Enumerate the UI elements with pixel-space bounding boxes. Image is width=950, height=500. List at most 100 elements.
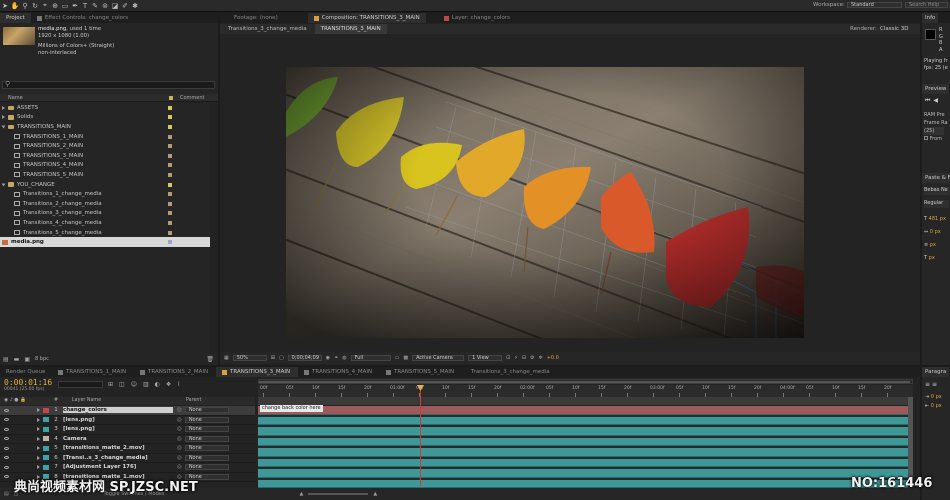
layer-expand-icon[interactable] xyxy=(37,417,40,422)
zoom-slider[interactable] xyxy=(308,493,369,495)
pen-tool-icon[interactable]: ✒ xyxy=(70,1,80,11)
channel-icon[interactable]: ◍ xyxy=(342,355,346,361)
visibility-eye-icon[interactable] xyxy=(4,408,9,412)
zoom-select[interactable]: 50% xyxy=(232,355,267,361)
tab-effect-controls[interactable]: Effect Controls: change_colors xyxy=(31,13,134,23)
label-color-swatch[interactable] xyxy=(168,211,172,216)
label-color-swatch[interactable] xyxy=(168,220,172,225)
tab-info[interactable]: Info xyxy=(922,13,939,23)
pickwhip-icon[interactable]: ◎ xyxy=(177,407,182,413)
layer-expand-icon[interactable] xyxy=(37,436,40,441)
resolution-select[interactable]: Full xyxy=(350,355,391,361)
motion-blur-icon[interactable]: ◐ xyxy=(155,381,160,388)
layer-marker-label[interactable]: change back color here xyxy=(260,405,323,412)
column-parent[interactable]: Parent xyxy=(186,398,201,403)
tab-character[interactable]: Paste & Fo xyxy=(922,173,950,183)
zoom-out-icon[interactable]: ▲ xyxy=(299,491,303,497)
project-scrollbar[interactable] xyxy=(210,103,218,353)
layer-row[interactable]: 2 [lens.png] ◎ None xyxy=(0,416,255,425)
eraser-tool-icon[interactable]: ◪ xyxy=(110,1,120,11)
column-comment[interactable]: Comment xyxy=(180,95,205,101)
tab-timeline-5[interactable]: TRANSITIONS_5_MAIN xyxy=(380,367,462,377)
camera-select[interactable]: Active Camera xyxy=(412,355,465,361)
comp-mini-flowchart-icon[interactable]: ⊞ xyxy=(108,381,113,388)
align-left-icon[interactable]: ≡ xyxy=(925,381,930,388)
project-item-row[interactable]: TRANSITIONS_2_MAIN xyxy=(0,141,210,151)
timecode-display[interactable]: 0:00:01:16 00041 (25.00 fps) xyxy=(4,378,52,392)
label-column-icon[interactable] xyxy=(169,96,173,100)
expand-open-icon[interactable] xyxy=(1,183,6,187)
align-center-icon[interactable]: ≡ xyxy=(932,381,937,388)
draft-3d-icon[interactable]: ◫ xyxy=(119,381,125,388)
layer-name[interactable]: [lens.png] xyxy=(63,426,173,432)
transparency-grid-icon[interactable]: ▩ xyxy=(403,355,408,361)
layer-name[interactable]: [Adjustment Layer 176] xyxy=(63,464,173,470)
label-color-swatch[interactable] xyxy=(168,201,172,206)
fast-previews-icon[interactable]: ⚡ xyxy=(514,355,518,361)
breadcrumb-item[interactable]: Transitions_3_change_media xyxy=(220,26,315,32)
layer-duration-bar[interactable] xyxy=(258,448,908,457)
composition-canvas[interactable] xyxy=(286,67,804,338)
pickwhip-icon[interactable]: ◎ xyxy=(177,445,182,451)
layer-duration-bar[interactable] xyxy=(258,416,908,425)
project-item-row[interactable]: media.png xyxy=(0,237,210,247)
project-item-row[interactable]: TRANSITIONS_1_MAIN xyxy=(0,132,210,142)
brainstorm-icon[interactable]: ❖ xyxy=(166,381,171,388)
visibility-eye-icon[interactable] xyxy=(4,446,9,450)
label-color-swatch[interactable] xyxy=(168,240,172,245)
clone-tool-icon[interactable]: ⊚ xyxy=(100,1,110,11)
frame-blending-icon[interactable]: ▥ xyxy=(143,381,149,388)
project-search-input[interactable]: ⚲ xyxy=(2,80,215,89)
current-time-indicator[interactable] xyxy=(417,385,424,486)
layer-duration-bar[interactable] xyxy=(258,458,908,467)
renderer-value[interactable]: Classic 3D xyxy=(880,26,909,32)
layer-row[interactable]: 7 [Adjustment Layer 176] ◎ None xyxy=(0,463,255,473)
time-ruler[interactable]: 00f 05f 10f 15f 20f 01:00f 05f 10f 15f 20f 02:00f 0… xyxy=(258,385,913,397)
layer-row[interactable]: 5 [transitions_matte_2.mov] ◎ None xyxy=(0,444,255,454)
current-timecode[interactable]: 0;00;04;09 xyxy=(287,355,322,361)
layer-expand-icon[interactable] xyxy=(37,455,40,460)
bpc-label[interactable]: 8 bpc xyxy=(35,356,49,362)
visibility-eye-icon[interactable] xyxy=(4,465,9,469)
tab-timeline-2[interactable]: TRANSITIONS_2_MAIN xyxy=(134,367,216,377)
layer-expand-icon[interactable] xyxy=(37,446,40,451)
visibility-eye-icon[interactable] xyxy=(4,456,9,460)
project-item-row[interactable]: TRANSITIONS_5_MAIN xyxy=(0,170,210,180)
selection-tool-icon[interactable]: ➤ xyxy=(0,1,10,11)
pan-behind-tool-icon[interactable]: ⊕ xyxy=(50,1,60,11)
mask-icon[interactable]: ▢ xyxy=(279,355,284,361)
layer-row[interactable]: 4 Camera ◎ None xyxy=(0,435,255,444)
grid-icon[interactable]: ⊞ xyxy=(271,355,275,361)
rectangle-tool-icon[interactable]: ▭ xyxy=(60,1,70,11)
layer-expand-icon[interactable] xyxy=(37,465,40,470)
layer-expand-icon[interactable] xyxy=(37,427,40,432)
pickwhip-icon[interactable]: ◎ xyxy=(177,464,182,470)
label-color-swatch[interactable] xyxy=(168,115,172,120)
camera-tool-icon[interactable]: ⌖ xyxy=(40,1,50,11)
hand-tool-icon[interactable]: ✋ xyxy=(10,1,20,11)
zoom-tool-icon[interactable]: ⚲ xyxy=(20,1,30,11)
graph-editor-icon[interactable]: ⌇ xyxy=(177,381,180,388)
tab-preview[interactable]: Preview xyxy=(922,84,950,94)
workspace-select[interactable]: Standard xyxy=(847,2,902,8)
visibility-eye-icon[interactable] xyxy=(4,437,9,441)
roto-tool-icon[interactable]: ✐ xyxy=(120,1,130,11)
expand-open-icon[interactable] xyxy=(1,125,6,129)
layer-row[interactable]: 6 [Transi..s_3_change_media] ◎ None xyxy=(0,454,255,463)
tab-timeline-3[interactable]: TRANSITIONS_3_MAIN xyxy=(216,367,298,377)
project-item-row[interactable]: TRANSITIONS_4_MAIN xyxy=(0,161,210,171)
always-preview-icon[interactable]: ▦ xyxy=(224,355,229,361)
delete-icon[interactable]: 🗑 xyxy=(206,356,214,363)
flowchart-icon[interactable]: ⚙ xyxy=(530,355,534,361)
parent-select[interactable]: None xyxy=(184,454,229,461)
rotate-tool-icon[interactable]: ↻ xyxy=(30,1,40,11)
column-layer-name[interactable]: Layer Name xyxy=(72,398,101,403)
project-item-row[interactable]: Transitions_4_change_media xyxy=(0,218,210,228)
label-color-swatch[interactable] xyxy=(168,134,172,139)
hide-shy-icon[interactable]: ☺ xyxy=(131,381,137,388)
project-item-row[interactable]: Transitions_1_change_media xyxy=(0,189,210,199)
toggle-pixel-aspect-icon[interactable]: ⊡ xyxy=(506,355,510,361)
brush-tool-icon[interactable]: ✎ xyxy=(90,1,100,11)
views-select[interactable]: 1 View xyxy=(468,355,503,361)
layer-row[interactable]: 1 change_colors ◎ None xyxy=(0,406,255,416)
